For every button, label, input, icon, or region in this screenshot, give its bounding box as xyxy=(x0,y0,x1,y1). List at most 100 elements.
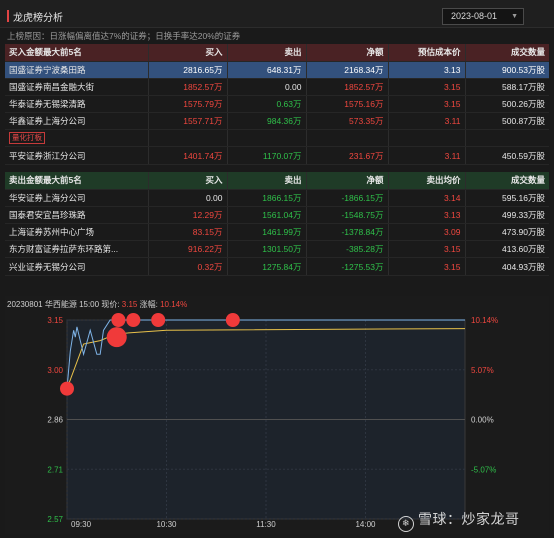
column-header: 成交数量 xyxy=(465,172,549,190)
change-value: 10.14% xyxy=(160,300,188,309)
column-header: 卖出 xyxy=(227,172,307,190)
date-value: 2023-08-01 xyxy=(451,11,498,21)
table-row[interactable]: 华泰证券无锡梁清路 1575.79万 0.63万 1575.16万 3.15 500.26… xyxy=(5,95,549,114)
table-cell: 413.60万股 xyxy=(465,240,549,259)
table-cell: 3.13 xyxy=(388,206,466,225)
table-cell: -385.28万 xyxy=(306,240,389,259)
column-header: 卖出均价 xyxy=(388,172,466,190)
table-cell: 1852.57万 xyxy=(148,78,228,97)
panel-header: 龙虎榜分析 2023-08-01 ▼ xyxy=(0,0,554,28)
column-header: 买入金额最大前5名 xyxy=(5,44,149,62)
table-row[interactable]: 国盛证券南昌金融大街 1852.57万 0.00 1852.57万 3.15 588.17… xyxy=(5,78,549,97)
table-cell: -1866.15万 xyxy=(306,189,389,207)
table-cell: 3.15 xyxy=(388,240,466,259)
table-cell: 0.00 xyxy=(148,189,228,207)
table-row[interactable]: 国盛证券宁波桑田路 2816.65万 648.31万 2168.34万 3.13 900.… xyxy=(5,61,549,79)
table-cell: 1301.50万 xyxy=(227,240,307,259)
date-dropdown[interactable]: 2023-08-01 ▼ xyxy=(442,8,524,25)
empty-cell xyxy=(227,129,307,148)
broker-name: 国盛证券南昌金融大街 xyxy=(5,78,149,97)
y-tick-label: 2.71 xyxy=(47,465,63,474)
table-row[interactable]: 东方财富证券拉萨东环路第... 916.22万 1301.50万 -385.28万 3.… xyxy=(5,240,549,259)
trade-marker xyxy=(60,381,74,396)
xueqiu-logo-icon: ❄ xyxy=(398,516,414,532)
column-header: 买入 xyxy=(148,44,228,62)
x-tick-label: 11:30 xyxy=(256,520,276,529)
y-tick-label: 2.86 xyxy=(47,416,63,425)
table-cell: 1401.74万 xyxy=(148,146,228,165)
table-row[interactable]: 华安证券上海分公司 0.00 1866.15万 -1866.15万 3.14 595.16… xyxy=(5,189,549,207)
table-cell: 3.11 xyxy=(388,146,466,165)
listing-reason: 上榜原因：日涨幅偏离值达7%的证券；日换手率达20%的证券 xyxy=(7,31,241,41)
table-cell: 648.31万 xyxy=(227,61,307,79)
broker-name: 东方财富证券拉萨东环路第... xyxy=(5,240,149,259)
tag-cell: 量化打板 xyxy=(5,129,149,148)
table-cell: 499.33万股 xyxy=(465,206,549,225)
column-header: 卖出金额最大前5名 xyxy=(5,172,149,190)
change-label: 涨幅: xyxy=(139,300,158,309)
table-cell: 2168.34万 xyxy=(306,61,389,79)
pct-tick-label: 0.00% xyxy=(471,416,494,425)
chart-time: 15:00 xyxy=(79,300,100,309)
table-cell: 1575.16万 xyxy=(306,95,389,114)
column-header: 买入 xyxy=(148,172,228,190)
table-cell: 3.14 xyxy=(388,189,466,207)
table-cell: 1575.79万 xyxy=(148,95,228,114)
table-cell: 0.32万 xyxy=(148,257,228,276)
price-label: 现价: xyxy=(101,300,120,309)
table-cell: 916.22万 xyxy=(148,240,228,259)
chevron-down-icon: ▼ xyxy=(511,13,518,20)
panel-title: 龙虎榜分析 xyxy=(13,13,63,24)
broker-name: 上海证券苏州中心广场 xyxy=(5,223,149,242)
broker-name: 国盛证券宁波桑田路 xyxy=(5,61,149,79)
table-cell: 1275.84万 xyxy=(227,257,307,276)
table-row[interactable]: 上海证券苏州中心广场 83.15万 1461.99万 -1378.84万 3.09 473… xyxy=(5,223,549,242)
table-row[interactable]: 国泰君安宜昌珍珠路 12.29万 1561.04万 -1548.75万 3.13 499.… xyxy=(5,206,549,225)
table-cell: 573.35万 xyxy=(306,112,389,131)
trade-marker xyxy=(111,313,126,327)
table-row[interactable]: 平安证券浙江分公司 1401.74万 1170.07万 231.67万 3.11 450.… xyxy=(5,146,549,165)
table-cell: 3.15 xyxy=(388,257,466,276)
broker-name: 国泰君安宜昌珍珠路 xyxy=(5,206,149,225)
table-cell: 12.29万 xyxy=(148,206,228,225)
table-cell: 1852.57万 xyxy=(306,78,389,97)
header-accent-bar xyxy=(7,10,9,22)
table-row[interactable]: 兴业证券无锡分公司 0.32万 1275.84万 -1275.53万 3.15 404.9… xyxy=(5,257,549,276)
quant-tag: 量化打板 xyxy=(9,132,45,145)
column-header: 卖出 xyxy=(227,44,307,62)
table-cell: 3.15 xyxy=(388,95,466,114)
column-header: 净额 xyxy=(306,44,389,62)
trade-marker xyxy=(151,313,166,327)
table-cell: 500.26万股 xyxy=(465,95,549,114)
column-header: 成交数量 xyxy=(465,44,549,62)
pct-tick-label: 10.14% xyxy=(471,316,498,325)
table-cell: 3.13 xyxy=(388,61,466,79)
broker-name: 华鑫证券上海分公司 xyxy=(5,112,149,131)
table-cell: 1561.04万 xyxy=(227,206,307,225)
table-cell: 595.16万股 xyxy=(465,189,549,207)
pct-tick-label: -5.07% xyxy=(471,465,496,474)
table-cell: 404.93万股 xyxy=(465,257,549,276)
buy-table: 买入金额最大前5名 买入 卖出 净额 预估成本价 成交数量 国盛证券宁波桑田路 2816.6… xyxy=(5,44,549,165)
stock-name: 华西能源 xyxy=(44,300,77,309)
y-tick-label: 2.57 xyxy=(47,515,63,524)
broker-name: 华泰证券无锡梁清路 xyxy=(5,95,149,114)
table-cell: 450.59万股 xyxy=(465,146,549,165)
trade-marker xyxy=(106,327,127,348)
tag-row: 量化打板 xyxy=(5,129,549,148)
y-tick-label: 3.15 xyxy=(47,316,63,325)
table-cell: -1548.75万 xyxy=(306,206,389,225)
table-cell: 588.17万股 xyxy=(465,78,549,97)
broker-name: 平安证券浙江分公司 xyxy=(5,146,149,165)
empty-cell xyxy=(148,129,228,148)
y-tick-label: 3.00 xyxy=(47,366,63,375)
chart-date: 20230801 xyxy=(7,300,43,309)
trade-marker xyxy=(225,313,240,327)
empty-cell xyxy=(306,129,389,148)
table-row[interactable]: 华鑫证券上海分公司 1557.71万 984.36万 573.35万 3.11 500.8… xyxy=(5,112,549,131)
table-cell: 1461.99万 xyxy=(227,223,307,242)
sell-table: 卖出金额最大前5名 买入 卖出 净额 卖出均价 成交数量 华安证券上海分公司 0.00 186… xyxy=(5,172,549,276)
chart-info: 20230801 华西能源 15:00 现价: 3.15 涨幅: 10.14% xyxy=(7,299,187,310)
broker-name: 兴业证券无锡分公司 xyxy=(5,257,149,276)
table-cell: 0.00 xyxy=(227,78,307,97)
